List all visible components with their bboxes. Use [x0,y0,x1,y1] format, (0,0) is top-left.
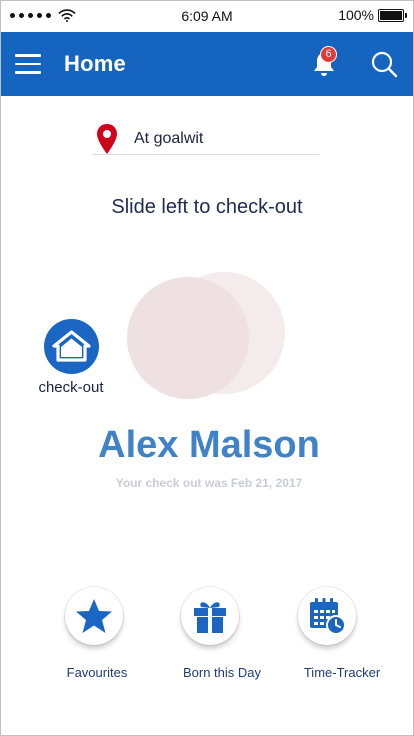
checkout-button[interactable] [44,319,99,374]
location-row: At goalwit [93,123,319,155]
location-text: At goalwit [134,130,204,147]
time-tracker-label: Time-Tracker [303,665,381,680]
phone-screen: 6:09 AM 100% Home 6 At goalwit Slide lef… [0,0,414,736]
favourites-button[interactable] [65,587,123,645]
status-bar: 6:09 AM 100% [1,1,413,32]
app-bar: Home 6 [1,32,413,96]
checkout-status-text: Your check out was Feb 21, 2017 [115,476,303,490]
calendar-clock-icon [310,598,346,635]
time-tracker-button[interactable] [298,587,356,645]
hamburger-menu-icon[interactable] [15,54,41,74]
page-title: Home [64,51,126,76]
slide-handle-circle[interactable] [127,277,249,399]
battery-percent: 100% [338,7,374,23]
born-this-day-label: Born this Day [182,665,262,680]
slide-instruction: Slide left to check-out [111,196,303,218]
born-this-day-button[interactable] [181,587,239,645]
battery-icon [378,8,407,22]
battery-indicator: 100% [338,7,407,23]
search-icon[interactable] [370,50,398,78]
favourites-label: Favourites [66,665,128,680]
home-icon [52,330,91,362]
user-name: Alex Malson [98,424,320,466]
checkout-label: check-out [38,379,104,396]
notification-badge: 6 [320,46,337,63]
star-icon [76,599,112,633]
gift-icon [194,602,226,633]
location-pin-icon [97,124,117,154]
